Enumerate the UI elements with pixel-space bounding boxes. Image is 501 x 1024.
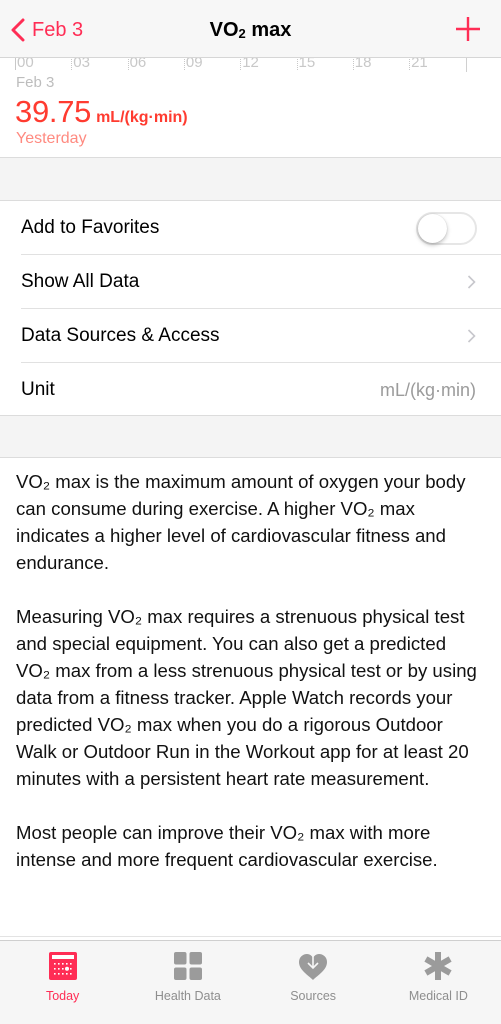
selected-date: Feb 3	[16, 74, 55, 91]
description: VO₂ max is the maximum amount of oxygen …	[0, 459, 501, 937]
unit-row[interactable]: Unit mL/(kg·min)	[0, 363, 501, 417]
navigation-bar: Feb 3 VO2 max	[0, 0, 501, 58]
page-title: VO2 max	[0, 19, 501, 42]
settings-list: Add to Favorites Show All Data Data Sour…	[0, 201, 501, 417]
description-paragraph: VO₂ max is the maximum amount of oxygen …	[16, 471, 466, 573]
tab-sources[interactable]: Sources	[251, 941, 376, 1024]
tab-label: Today	[45, 989, 80, 1003]
tab-label: Health Data	[154, 989, 221, 1003]
tab-label: Medical ID	[408, 989, 468, 1003]
unit-value: mL/(kg·min)	[379, 379, 476, 400]
toggle-knob	[418, 214, 447, 243]
chart-summary: 00 03 06 09 12 15 18 21 Feb 3 39.75 mL/(kg·min)…	[0, 54, 501, 158]
tab-medical-id[interactable]: Medical ID	[376, 941, 501, 1024]
selected-value: 39.75 mL/(kg·min)	[15, 94, 188, 130]
time-axis: 00 03 06 09 12 15 18 21	[15, 54, 470, 72]
axis-end-line	[466, 58, 467, 72]
tab-bar: Today Health Data Sources Medical ID	[0, 940, 501, 1024]
tab-today[interactable]: Today	[0, 941, 125, 1024]
calendar-icon	[48, 952, 77, 980]
title-subscript: 2	[238, 26, 246, 41]
section-separator	[0, 415, 501, 458]
data-sources-label: Data Sources & Access	[21, 325, 220, 346]
heart-download-icon	[299, 951, 328, 980]
data-sources-row[interactable]: Data Sources & Access	[0, 309, 501, 363]
value-unit: mL/(kg·min)	[96, 109, 188, 126]
plus-icon[interactable]	[455, 16, 481, 42]
title-suffix: max	[245, 19, 292, 41]
tab-health-data[interactable]: Health Data	[125, 941, 250, 1024]
value-number: 39.75	[15, 94, 92, 129]
add-to-favorites-row: Add to Favorites	[0, 201, 501, 255]
favorites-label: Add to Favorites	[21, 217, 160, 238]
title-text: VO	[209, 19, 239, 41]
asterisk-icon	[424, 952, 452, 980]
section-separator	[0, 158, 501, 201]
favorites-toggle[interactable]	[416, 212, 477, 245]
show-all-data-label: Show All Data	[21, 271, 140, 292]
chevron-right-icon	[467, 329, 476, 343]
description-paragraph: Most people can improve their VO₂ max wi…	[16, 822, 438, 870]
chevron-right-icon	[467, 275, 476, 289]
description-paragraph: Measuring VO₂ max requires a strenuous p…	[16, 606, 477, 789]
tab-label: Sources	[290, 989, 337, 1003]
selected-when: Yesterday	[16, 130, 87, 147]
unit-label: Unit	[21, 379, 55, 400]
show-all-data-row[interactable]: Show All Data	[0, 255, 501, 309]
grid-icon	[173, 952, 202, 980]
